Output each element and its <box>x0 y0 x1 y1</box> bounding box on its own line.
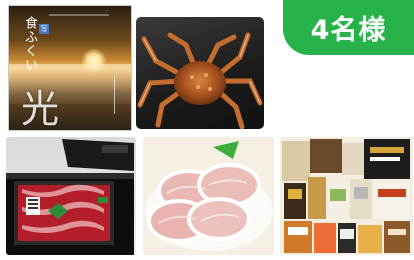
book-cover-title: 食ふくい <box>22 16 37 72</box>
winners-count-badge: 4名様 <box>283 0 414 55</box>
crab-image <box>136 17 264 129</box>
book-cover-vertical-line <box>114 76 121 114</box>
local-goods-image <box>280 137 413 255</box>
local-goods-illustration <box>280 137 413 255</box>
book-cover-large-character: 光 <box>21 87 60 131</box>
book-cover-badge: 写 <box>39 24 49 34</box>
photo-book-image: 食ふくい 写 光 <box>8 5 132 131</box>
beef-box-illustration <box>6 139 134 255</box>
beef-image <box>6 137 136 255</box>
pork-image <box>143 137 274 255</box>
pork-slices-illustration <box>143 137 274 255</box>
cover-small-line <box>49 14 109 16</box>
crab-illustration <box>137 32 263 129</box>
